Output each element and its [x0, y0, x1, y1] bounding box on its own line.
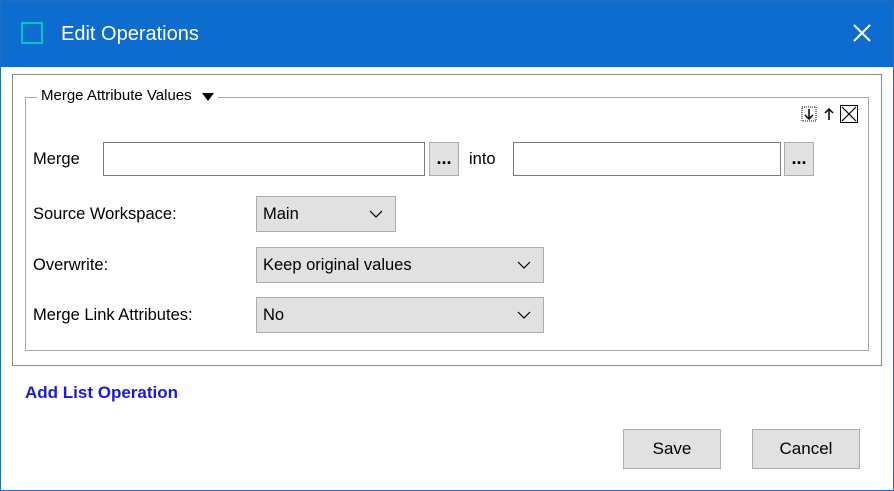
- overwrite-value: Keep original values: [263, 255, 412, 274]
- add-list-operation-link[interactable]: Add List Operation: [25, 383, 178, 403]
- move-down-icon: [801, 106, 817, 122]
- operation-toolbar: [800, 105, 858, 123]
- close-button[interactable]: [846, 17, 878, 49]
- source-workspace-select[interactable]: Main: [256, 196, 396, 232]
- operations-panel: Merge Attribute Values Merge ... into ..…: [12, 74, 882, 366]
- save-button[interactable]: Save: [623, 429, 721, 469]
- chevron-down-icon: [369, 210, 383, 218]
- merge-target-field[interactable]: [513, 142, 781, 176]
- source-workspace-label: Source Workspace:: [33, 205, 177, 223]
- source-workspace-value: Main: [263, 204, 299, 223]
- move-up-icon: [824, 107, 834, 120]
- dialog-title: Edit Operations: [61, 23, 199, 45]
- overwrite-select[interactable]: Keep original values: [256, 247, 544, 283]
- merge-label: Merge: [33, 150, 80, 168]
- dialog-content: Merge Attribute Values Merge ... into ..…: [2, 68, 892, 490]
- overwrite-label: Overwrite:: [33, 256, 109, 274]
- merge-link-attributes-label: Merge Link Attributes:: [33, 306, 193, 324]
- title-bar: Edit Operations: [1, 1, 893, 67]
- chevron-down-icon: [517, 311, 531, 319]
- move-up-button[interactable]: [820, 105, 838, 123]
- move-down-button[interactable]: [800, 105, 818, 123]
- chevron-down-icon: [517, 261, 531, 269]
- merge-source-browse-button[interactable]: ...: [429, 142, 459, 176]
- group-title[interactable]: Merge Attribute Values: [37, 87, 218, 104]
- merge-source-field[interactable]: [103, 142, 425, 176]
- group-title-label: Merge Attribute Values: [41, 87, 192, 104]
- merge-link-attributes-select[interactable]: No: [256, 297, 544, 333]
- remove-icon: [840, 105, 858, 123]
- into-label: into: [469, 150, 496, 168]
- remove-operation-button[interactable]: [840, 105, 858, 123]
- app-window-icon: [21, 22, 43, 44]
- edit-operations-dialog: Edit Operations Merge Attribute Values M…: [0, 0, 894, 491]
- merge-link-attributes-value: No: [263, 305, 285, 324]
- close-icon: [853, 24, 871, 42]
- merge-target-browse-button[interactable]: ...: [784, 142, 814, 176]
- dropdown-triangle-icon: [201, 92, 214, 101]
- cancel-button[interactable]: Cancel: [752, 429, 860, 469]
